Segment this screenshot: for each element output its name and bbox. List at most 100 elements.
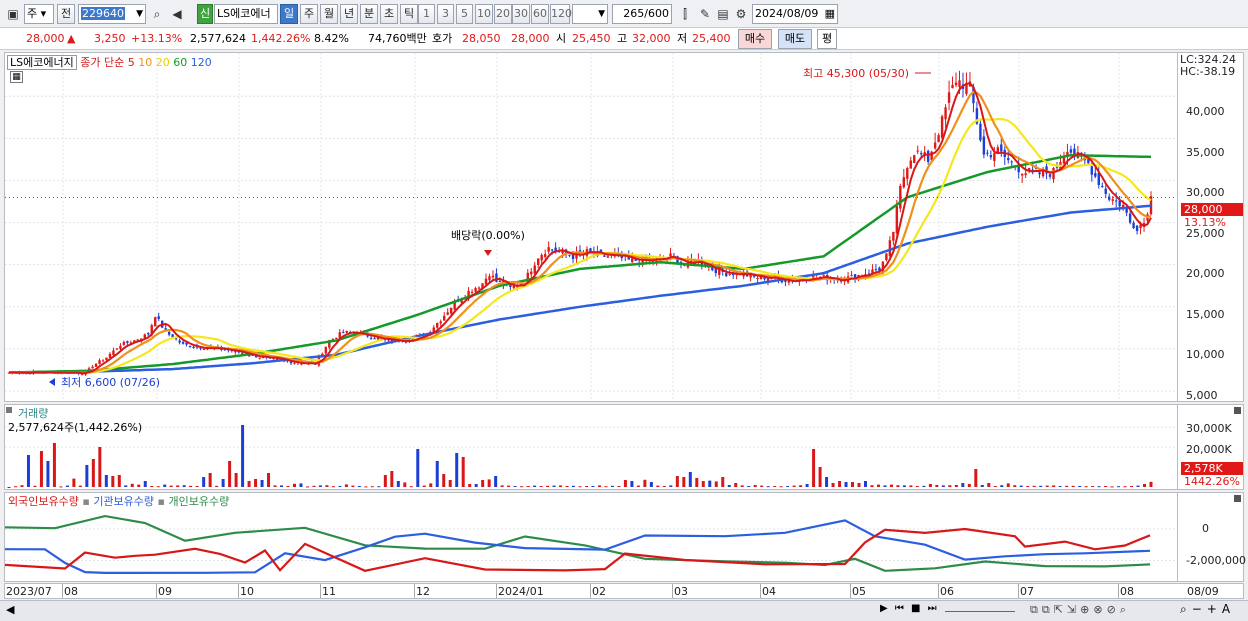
volume-chart[interactable]	[5, 405, 1177, 489]
volume-percent: 1,442.26%	[251, 32, 311, 45]
gear-icon[interactable]: ⚙	[732, 4, 750, 24]
panel-close-icon[interactable]	[1234, 495, 1241, 502]
volume-bar	[163, 484, 167, 487]
period-tab-3[interactable]: 년	[340, 4, 358, 24]
interval-button-1[interactable]: 3	[437, 4, 454, 24]
candle-body	[122, 341, 126, 345]
interval-button-0[interactable]: 1	[418, 4, 435, 24]
volume-bar	[78, 485, 82, 487]
count-total: /600	[644, 7, 669, 20]
volume-bar	[779, 486, 783, 488]
candle-body	[436, 323, 439, 328]
volume-bar	[851, 482, 855, 487]
candle-body	[892, 231, 895, 241]
period-tab-2[interactable]: 월	[320, 4, 338, 24]
interval-button-5[interactable]: 30	[512, 4, 530, 24]
candle-body	[439, 321, 442, 324]
volume-bar	[338, 486, 342, 487]
candle-body	[1094, 173, 1097, 177]
price-tick-4: 20,000	[1186, 267, 1225, 280]
legend-ma20: 20	[155, 56, 170, 69]
volume-bar	[383, 475, 387, 487]
playback-controls[interactable]: ▶ ⏮ ■ ⏭	[880, 603, 939, 614]
volume-bar	[1130, 486, 1134, 487]
interval-button-2[interactable]: 5	[456, 4, 473, 24]
volume-bar	[1084, 486, 1088, 488]
zoom-tools[interactable]: ⌕−+A	[1180, 602, 1235, 617]
scroll-bar[interactable]: ◀ ▶ ⏮ ■ ⏭ ⧉⧉⇱⇲⊕⊗⊘⌕ ⌕−+A	[0, 600, 1248, 621]
period-tab-0[interactable]: 일	[280, 4, 298, 24]
interval-button-3[interactable]: 10	[475, 4, 493, 24]
volume-chart-panel[interactable]: 거래량 2,577,624주(1,442.26%)	[4, 404, 1178, 490]
price-tick-1: 35,000	[1186, 145, 1225, 159]
volume-bar	[72, 478, 76, 487]
dividend-annotation: 배당락(0.00%)	[451, 229, 525, 242]
draw-icon[interactable]: ✎	[696, 4, 714, 24]
candle-body	[951, 84, 954, 89]
interval-button-7[interactable]: 120	[550, 4, 572, 24]
candle-body	[603, 255, 606, 257]
volume-bar	[630, 481, 634, 487]
x-label-4: 11	[322, 585, 336, 598]
credit-badge: 신	[197, 4, 213, 24]
grid-toggle-icon[interactable]: ▦	[10, 71, 23, 83]
scroll-left-icon[interactable]: ◀	[6, 603, 14, 616]
candle-icon[interactable]: ⫿	[676, 4, 694, 24]
price-chart-panel[interactable]: 최고 45,300 (05/30) 최저 6,600 (07/26) 배당락(0.0…	[4, 52, 1178, 402]
volume-bar	[377, 486, 381, 488]
candle-body	[1104, 188, 1107, 194]
volume-bar	[961, 483, 965, 487]
volume-bar	[422, 485, 426, 487]
volume-bar	[1006, 483, 1010, 487]
holding-chart-panel[interactable]: 외국인보유수량 ▪ 기관보유수량 ▪ 개인보유수량	[4, 492, 1178, 582]
zoom-slider[interactable]	[945, 611, 1015, 612]
candle-body	[178, 340, 181, 343]
dividend-marker	[484, 250, 492, 256]
search-icon[interactable]: ⌕	[148, 4, 166, 24]
prev-button[interactable]: 전	[57, 4, 75, 24]
candle-body	[1052, 167, 1055, 180]
date-input[interactable]: 2024/08/09 ▦	[752, 4, 838, 24]
legend-institution: 기관보유수량	[93, 495, 155, 508]
panel-close-icon[interactable]	[1234, 407, 1241, 414]
interval-button-4[interactable]: 20	[494, 4, 512, 24]
period-tab-6[interactable]: 틱	[400, 4, 418, 24]
speaker-icon[interactable]: ◀	[168, 4, 186, 24]
candle-body	[1055, 166, 1059, 168]
candle-body	[1128, 213, 1132, 223]
code-input[interactable]: 229640 ▼	[78, 4, 146, 24]
high-value: 32,000	[632, 32, 671, 45]
interval-button-6[interactable]: 60	[531, 4, 549, 24]
volume-bar	[766, 486, 770, 488]
period-tab-4[interactable]: 분	[360, 4, 378, 24]
period-dropdown[interactable]: ▼	[572, 4, 608, 24]
eval-button[interactable]: 평	[817, 29, 837, 49]
volume-bar	[46, 461, 50, 487]
low-value: 25,400	[692, 32, 731, 45]
market-select[interactable]: 주 ▾	[24, 4, 54, 24]
volume-bar	[1104, 486, 1108, 487]
buy-button[interactable]: 매수	[738, 29, 772, 49]
x-label-7: 02	[592, 585, 606, 598]
period-tab-1[interactable]: 주	[300, 4, 318, 24]
volume-bar	[727, 485, 731, 487]
candle-body	[606, 256, 610, 258]
volume-bar	[117, 475, 121, 487]
price-chart[interactable]: 최고 45,300 (05/30) 최저 6,600 (07/26) 배당락(0.0…	[5, 53, 1177, 401]
volume-bar	[656, 485, 660, 487]
save-icon[interactable]: ▤	[714, 4, 732, 24]
view-tools[interactable]: ⧉⧉⇱⇲⊕⊗⊘⌕	[1030, 603, 1130, 617]
volume-bar	[967, 484, 971, 487]
sell-button[interactable]: 매도	[778, 29, 812, 49]
x-tick	[760, 584, 761, 598]
volume-bar	[708, 480, 712, 487]
count-input[interactable]: 265/600	[612, 4, 672, 24]
panel-handle-icon[interactable]	[6, 407, 12, 413]
open-value: 25,450	[572, 32, 611, 45]
volume-bar	[416, 449, 420, 487]
x-tick	[1118, 584, 1119, 598]
candle-body	[373, 338, 376, 340]
candle-body	[126, 341, 129, 343]
window-icon[interactable]: ▣	[4, 4, 22, 24]
period-tab-5[interactable]: 초	[380, 4, 398, 24]
